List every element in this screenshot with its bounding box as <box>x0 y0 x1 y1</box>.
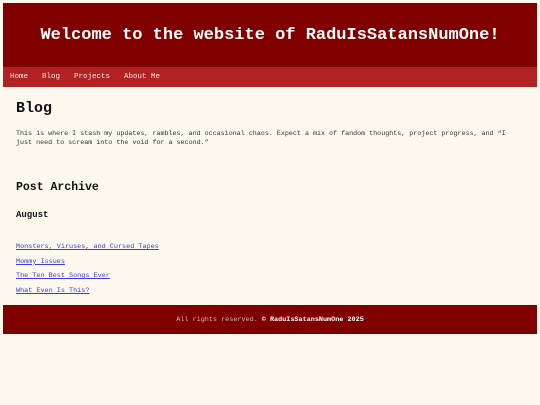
blog-intro: This is where I stash my updates, ramble… <box>16 130 506 147</box>
list-item: The Ten Best Songs Ever <box>16 264 524 280</box>
nav-about-me[interactable]: About Me <box>124 73 160 81</box>
archive-heading: Post Archive <box>16 181 99 194</box>
site-footer: All rights reserved. © RaduIsSatansNumOn… <box>3 305 537 334</box>
page-frame: Welcome to the website of RaduIsSatansNu… <box>3 3 537 295</box>
page-title: Blog <box>16 100 53 117</box>
site-title: Welcome to the website of RaduIsSatansNu… <box>40 25 500 45</box>
main-content: Blog This is where I stash my updates, r… <box>3 100 537 295</box>
nav-blog[interactable]: Blog <box>42 73 60 81</box>
post-list: Monsters, Viruses, and Cursed Tapes Momm… <box>16 235 524 295</box>
nav-projects[interactable]: Projects <box>74 73 110 81</box>
list-item: Mommy Issues <box>16 250 524 266</box>
list-item: Monsters, Viruses, and Cursed Tapes <box>16 235 524 251</box>
footer-copyright: © RaduIsSatansNumOne 2025 <box>261 315 364 324</box>
nav-home[interactable]: Home <box>10 73 28 81</box>
site-header: Welcome to the website of RaduIsSatansNu… <box>3 3 537 67</box>
month-heading: August <box>16 210 49 220</box>
footer-rights: All rights reserved. <box>176 315 258 324</box>
post-link[interactable]: What Even Is This? <box>16 287 89 295</box>
list-item: What Even Is This? <box>16 279 524 295</box>
main-nav: Home Blog Projects About Me <box>3 67 537 87</box>
